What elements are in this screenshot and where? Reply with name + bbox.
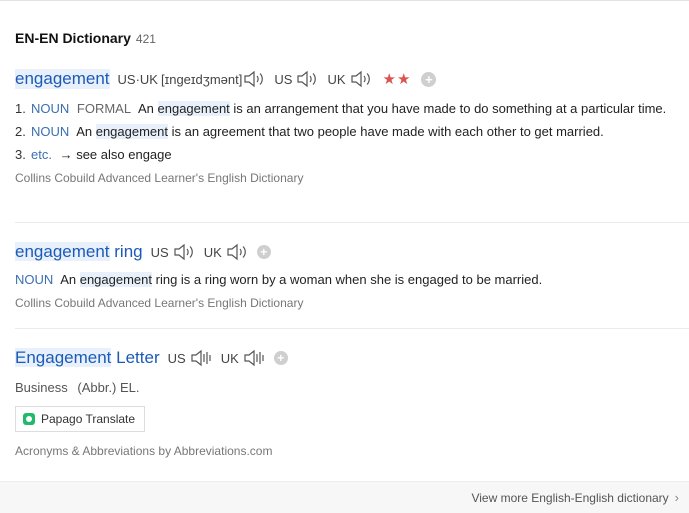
source-label: Collins Cobuild Advanced Learner's Engli… bbox=[15, 171, 304, 185]
def-pre: An bbox=[60, 272, 77, 287]
dictionary-title: EN-EN Dictionary bbox=[15, 30, 131, 46]
papago-label: Papago Translate bbox=[41, 412, 136, 426]
pronunciation-us: US bbox=[168, 348, 213, 368]
category-line: Business (Abbr.) EL. bbox=[15, 378, 680, 398]
chevron-right-icon: › bbox=[674, 490, 679, 505]
part-of-speech: NOUN bbox=[15, 272, 54, 287]
highlighted-term: engagement bbox=[79, 272, 152, 287]
pronunciation-uk: UK bbox=[221, 348, 266, 368]
see-also-link[interactable]: → see also engage bbox=[60, 147, 172, 162]
pronunciation-us: US bbox=[151, 242, 196, 262]
entry-divider bbox=[15, 328, 689, 329]
speaker-icon[interactable] bbox=[172, 242, 196, 262]
definition-text: NOUN FORMAL An engagement is an arrangem… bbox=[31, 99, 680, 119]
highlighted-term: engagement bbox=[95, 124, 168, 139]
list-item: 1. NOUN FORMAL An engagement is an arran… bbox=[15, 99, 680, 119]
entry-engagement: engagement US·UK [ɪnɡeɪdʒmənt] US UK ★★ … bbox=[15, 67, 680, 185]
pronunciation-us-uk: US·UK [ɪnɡeɪdʒmənt] bbox=[118, 69, 267, 89]
view-more-link[interactable]: View more English-English dictionary › bbox=[471, 490, 679, 505]
result-count: 421 bbox=[135, 32, 156, 46]
def-post: is an arrangement that you have made to … bbox=[233, 101, 667, 116]
view-more-label: View more English-English dictionary bbox=[471, 490, 669, 505]
pron-label: US bbox=[150, 244, 169, 260]
headword-link[interactable]: engagement ring bbox=[15, 242, 143, 262]
dictionary-header: EN-EN Dictionary 421 bbox=[15, 30, 156, 46]
speaker-icon[interactable] bbox=[242, 348, 266, 368]
definition-list: 1. NOUN FORMAL An engagement is an arran… bbox=[15, 99, 680, 165]
def-number: 3. bbox=[15, 147, 26, 162]
def-number: 2. bbox=[15, 124, 26, 139]
headword-link[interactable]: engagement bbox=[15, 69, 110, 89]
pron-label: US bbox=[274, 71, 293, 87]
plus-icon[interactable]: + bbox=[421, 71, 437, 87]
headword-line: engagement US·UK [ɪnɡeɪdʒmənt] US UK ★★ … bbox=[15, 67, 680, 91]
top-divider bbox=[0, 0, 689, 1]
speaker-icon[interactable] bbox=[189, 348, 213, 368]
part-of-speech: NOUN bbox=[31, 124, 70, 139]
source-label: Collins Cobuild Advanced Learner's Engli… bbox=[15, 296, 304, 310]
plus-icon[interactable]: + bbox=[256, 245, 271, 259]
pron-label: US·UK bbox=[117, 71, 158, 87]
speaker-icon[interactable] bbox=[295, 69, 319, 89]
abbreviation-text: (Abbr.) EL. bbox=[77, 380, 140, 395]
category-label: Business bbox=[15, 380, 68, 395]
definition-text: NOUN An engagement is an agreement that … bbox=[31, 122, 680, 142]
entry-divider bbox=[15, 222, 689, 223]
headword-rest: ring bbox=[114, 242, 143, 261]
headword-line: Engagement Letter US UK + bbox=[15, 346, 680, 370]
list-item: 2. NOUN An engagement is an agreement th… bbox=[15, 122, 680, 142]
register-label: FORMAL bbox=[76, 101, 132, 116]
part-of-speech: NOUN bbox=[31, 101, 70, 116]
papago-translate-button[interactable]: Papago Translate bbox=[15, 406, 146, 432]
pronunciation-us: US bbox=[274, 69, 319, 89]
headword-link[interactable]: Engagement Letter bbox=[15, 348, 160, 368]
entry-engagement-ring: engagement ring US UK + NOUN An engageme… bbox=[15, 240, 680, 310]
definition-text: etc. → see also engage bbox=[31, 145, 680, 165]
def-post: ring is a ring worn by a woman when she … bbox=[155, 272, 543, 287]
ipa: [ɪnɡeɪdʒmənt] bbox=[160, 71, 243, 87]
list-item: 3. etc. → see also engage bbox=[15, 145, 680, 165]
pron-label: UK bbox=[220, 350, 239, 366]
pronunciation-uk: UK bbox=[204, 242, 249, 262]
part-of-speech: etc. bbox=[31, 147, 52, 162]
pron-label: UK bbox=[327, 71, 346, 87]
def-pre: An bbox=[137, 101, 154, 116]
highlighted-term: engagement bbox=[157, 101, 230, 116]
entry-engagement-letter: Engagement Letter US UK + Business (Abbr… bbox=[15, 346, 680, 458]
speaker-icon[interactable] bbox=[349, 69, 373, 89]
def-pre: An bbox=[76, 124, 93, 139]
headword-highlight: engagement bbox=[15, 242, 110, 261]
headword-rest: Letter bbox=[116, 348, 160, 367]
frequency-stars: ★★ bbox=[382, 71, 412, 88]
speaker-icon[interactable] bbox=[225, 242, 249, 262]
def-number: 1. bbox=[15, 101, 26, 116]
plus-icon[interactable]: + bbox=[273, 351, 288, 365]
headword-line: engagement ring US UK + bbox=[15, 240, 680, 264]
papago-icon bbox=[23, 413, 35, 425]
definition-text: NOUN An engagement ring is a ring worn b… bbox=[15, 270, 680, 290]
speaker-icon[interactable] bbox=[242, 69, 266, 89]
source-label: Acronyms & Abbreviations by Abbreviation… bbox=[15, 444, 273, 458]
pronunciation-uk: UK bbox=[327, 69, 372, 89]
def-post: is an agreement that two people have mad… bbox=[171, 124, 604, 139]
pron-label: UK bbox=[203, 244, 222, 260]
pron-label: US bbox=[167, 350, 186, 366]
footer-bar: View more English-English dictionary › bbox=[0, 481, 689, 513]
headword-highlight: Engagement bbox=[15, 348, 112, 367]
